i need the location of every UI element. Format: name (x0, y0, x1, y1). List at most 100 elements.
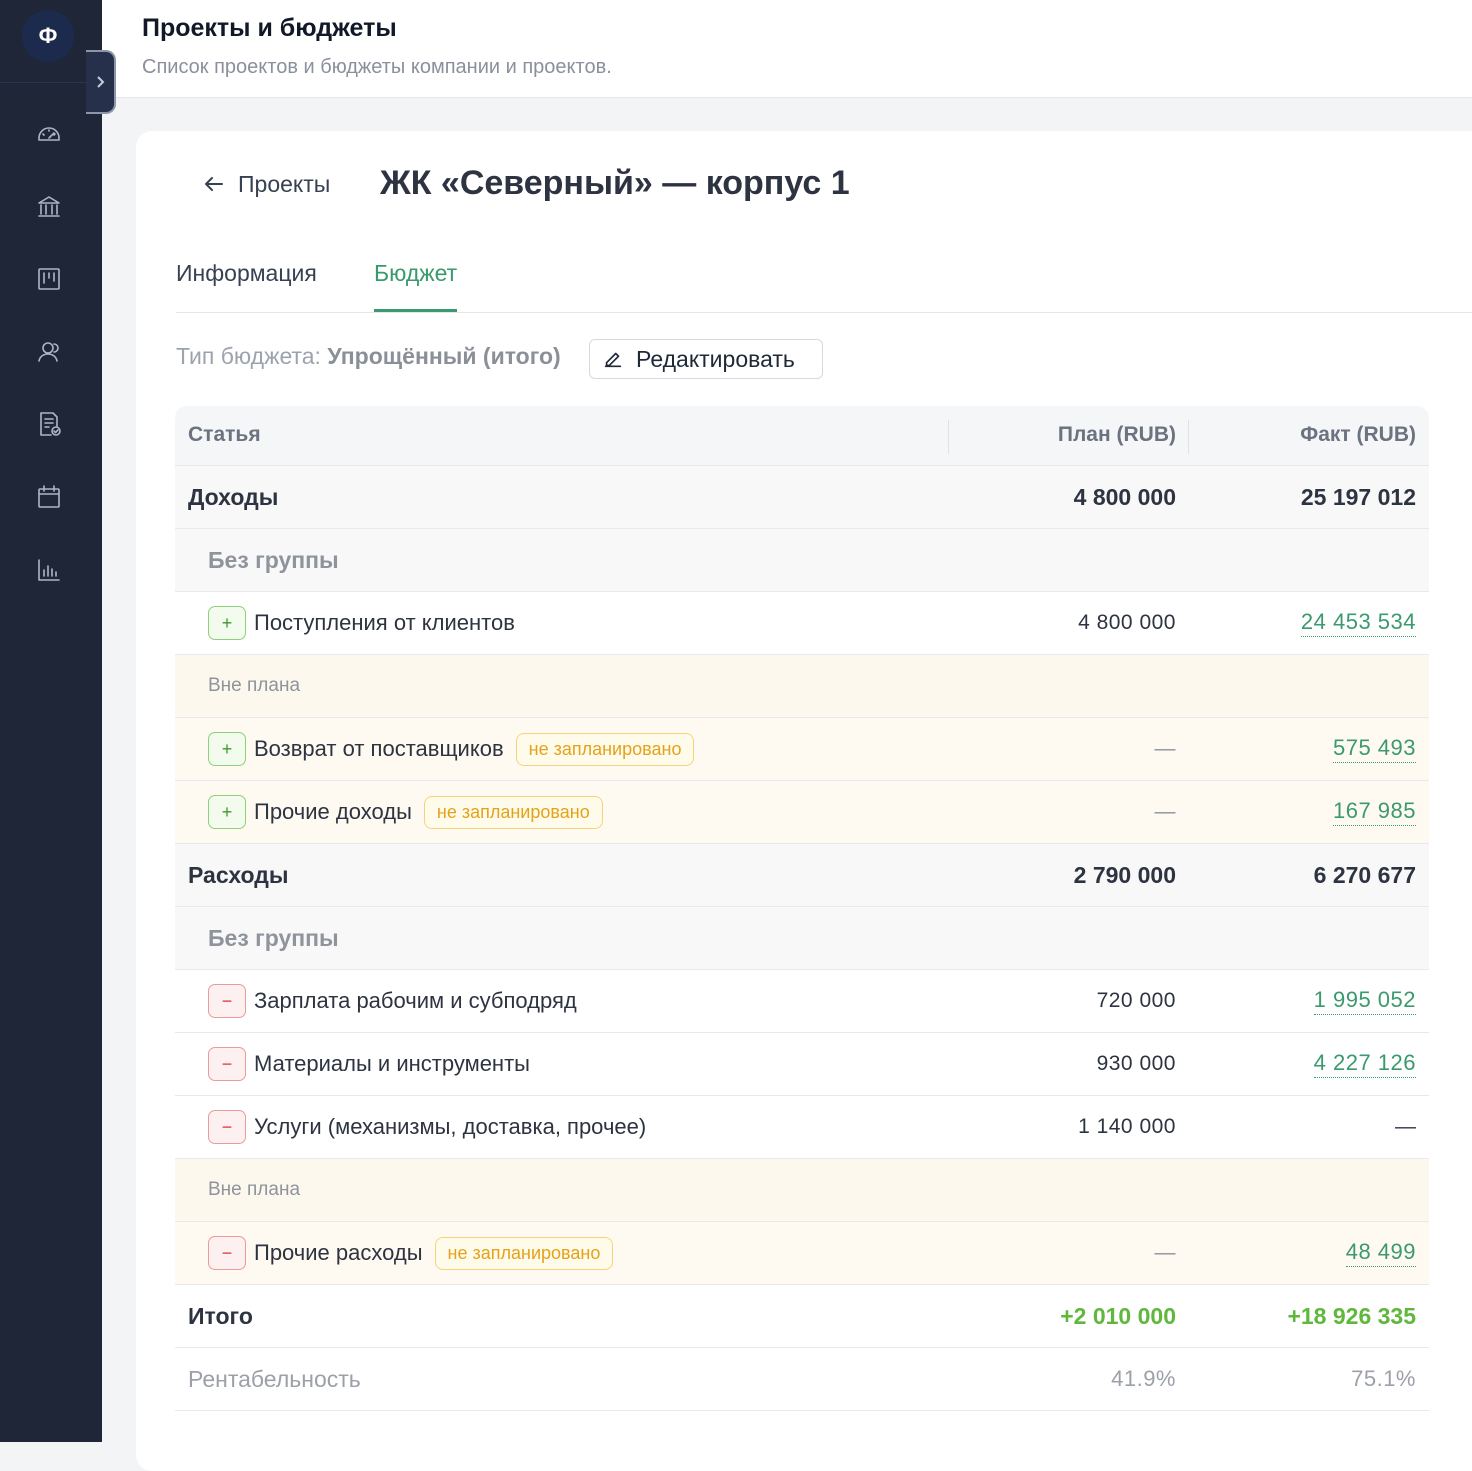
income-section-row[interactable]: Доходы 4 800 000 25 197 012 (175, 466, 1429, 529)
item-fact-cell: — (1395, 1096, 1416, 1158)
budget-item-row[interactable]: + Прочие доходы не запланировано — 167 9… (175, 781, 1429, 844)
item-plan: — (1154, 1241, 1176, 1264)
kanban-icon[interactable] (35, 265, 63, 293)
back-link-label: Проекты (238, 170, 331, 197)
item-fact-link[interactable]: 24 453 534 (1300, 609, 1416, 637)
item-label: Услуги (механизмы, доставка, прочее) (254, 1114, 647, 1139)
chevron-right-icon (97, 76, 105, 88)
section-plan: 4 800 000 (1073, 483, 1176, 510)
budget-item-row[interactable]: + Возврат от поставщиков не запланирован… (175, 718, 1429, 781)
users-icon[interactable] (35, 338, 63, 366)
item-fact-cell: 575 493 (1332, 718, 1416, 780)
unplanned-badge: не запланировано (434, 1236, 614, 1270)
dashboard-icon[interactable] (35, 120, 63, 148)
item-fact-link[interactable]: 48 499 (1345, 1239, 1416, 1267)
calendar-icon[interactable] (35, 483, 63, 511)
item-plan: 4 800 000 (1078, 611, 1176, 634)
budget-table: Статья План (RUB) Факт (RUB) Доходы 4 80… (175, 406, 1429, 1411)
budget-item-row[interactable]: − Материалы и инструменты 930 000 4 227 … (175, 1033, 1429, 1096)
column-separator (948, 420, 949, 454)
profitability-row: Рентабельность 41.9% 75.1% (175, 1348, 1429, 1411)
item-fact-link[interactable]: 575 493 (1332, 735, 1416, 763)
budget-type-value: Упрощённый (итого) (327, 343, 561, 369)
unplanned-badge: не запланировано (515, 732, 695, 766)
item-label: Поступления от клиентов (254, 610, 515, 635)
sidebar-expand-button[interactable] (86, 50, 116, 114)
item-label: Прочие расходы (254, 1240, 423, 1265)
column-separator (1188, 420, 1189, 454)
item-plan: 930 000 (1096, 1052, 1176, 1075)
item-plan-cell: — (1155, 718, 1177, 780)
expense-sign-icon: − (208, 1047, 246, 1081)
tab-information[interactable]: Информация (176, 260, 317, 312)
pencil-icon (604, 352, 622, 368)
section-label: Доходы (188, 483, 279, 510)
budget-item-row[interactable]: − Зарплата рабочим и субподряд 720 000 1… (175, 970, 1429, 1033)
expense-sign-icon: − (208, 1110, 246, 1144)
item-label-cell: − Зарплата рабочим и субподряд (208, 970, 577, 1032)
column-header-item[interactable]: Статья (188, 423, 261, 447)
profitability-fact: 75.1% (1351, 1366, 1416, 1391)
item-fact-link[interactable]: 4 227 126 (1313, 1050, 1416, 1078)
item-label-cell: − Услуги (механизмы, доставка, прочее) (208, 1096, 646, 1158)
item-fact-link[interactable]: 1 995 052 (1313, 987, 1416, 1015)
item-label: Возврат от поставщиков (254, 736, 504, 761)
item-label-cell: + Прочие доходы не запланировано (208, 781, 603, 843)
item-fact-cell: 1 995 052 (1313, 970, 1416, 1032)
item-fact-link[interactable]: 167 985 (1332, 798, 1416, 826)
project-title: ЖК «Северный» — корпус 1 (380, 164, 850, 202)
item-fact-cell: 24 453 534 (1300, 592, 1416, 654)
table-header: Статья План (RUB) Факт (RUB) (175, 406, 1429, 466)
offplan-group-label: Вне плана (208, 1179, 301, 1200)
offplan-group-row: Вне плана (175, 655, 1429, 718)
item-plan-cell: — (1155, 781, 1177, 843)
project-tabs: Информация Бюджет (176, 256, 1472, 313)
item-plan: 720 000 (1096, 989, 1176, 1012)
group-row: Без группы (175, 907, 1429, 970)
expense-sign-icon: − (208, 1236, 246, 1270)
edit-budget-button[interactable]: Редактировать (589, 339, 823, 379)
budget-type: Тип бюджета: Упрощённый (итого) (176, 343, 561, 370)
section-label: Расходы (188, 861, 289, 888)
edit-button-label: Редактировать (636, 345, 795, 372)
income-sign-icon: + (208, 606, 246, 640)
page-header: Проекты и бюджеты Список проектов и бюдж… (102, 0, 1472, 98)
project-card: Проекты ЖК «Северный» — корпус 1 Информа… (136, 131, 1472, 1471)
total-fact: +18 926 335 (1287, 1302, 1416, 1329)
budget-item-row[interactable]: + Поступления от клиентов 4 800 000 24 4… (175, 592, 1429, 655)
section-plan: 2 790 000 (1073, 861, 1176, 888)
item-label-cell: − Прочие расходы не запланировано (208, 1222, 614, 1284)
total-plan: +2 010 000 (1060, 1302, 1176, 1329)
income-sign-icon: + (208, 795, 246, 829)
group-label: Без группы (208, 924, 339, 951)
profitability-label: Рентабельность (188, 1365, 361, 1392)
back-to-projects-link[interactable]: Проекты (202, 169, 330, 199)
column-header-plan[interactable]: План (RUB) (1058, 423, 1176, 447)
item-label-cell: + Возврат от поставщиков не запланирован… (208, 718, 695, 780)
item-plan: — (1154, 737, 1176, 760)
budget-item-row[interactable]: − Услуги (механизмы, доставка, прочее) 1… (175, 1096, 1429, 1159)
budget-item-row[interactable]: − Прочие расходы не запланировано — 48 4… (175, 1222, 1429, 1285)
bank-icon[interactable] (35, 193, 63, 221)
arrow-left-icon (205, 177, 223, 191)
chart-icon[interactable] (35, 556, 63, 584)
expense-section-row[interactable]: Расходы 2 790 000 6 270 677 (175, 844, 1429, 907)
item-fact: — (1395, 1115, 1416, 1138)
item-label: Материалы и инструменты (254, 1051, 530, 1076)
total-label: Итого (188, 1302, 253, 1329)
item-plan-cell: — (1155, 1222, 1177, 1284)
item-plan: — (1154, 800, 1176, 823)
item-label: Прочие доходы (254, 799, 412, 824)
section-fact: 25 197 012 (1300, 483, 1416, 510)
page-subtitle: Список проектов и бюджеты компании и про… (142, 56, 612, 78)
section-fact: 6 270 677 (1313, 861, 1416, 888)
total-row: Итого +2 010 000 +18 926 335 (175, 1285, 1429, 1348)
offplan-group-label: Вне плана (208, 675, 301, 696)
item-fact-cell: 4 227 126 (1313, 1033, 1416, 1095)
document-check-icon[interactable] (35, 410, 63, 438)
item-label: Зарплата рабочим и субподряд (254, 988, 577, 1013)
item-plan: 1 140 000 (1078, 1115, 1176, 1138)
tab-budget[interactable]: Бюджет (374, 260, 458, 312)
company-logo[interactable]: Ф (22, 10, 74, 62)
column-header-fact[interactable]: Факт (RUB) (1300, 423, 1416, 447)
